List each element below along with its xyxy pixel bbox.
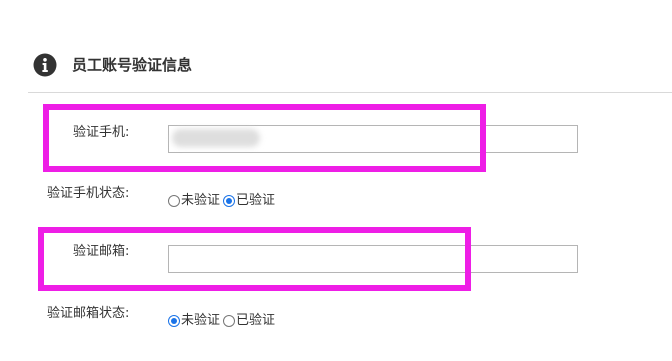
- phone-status-radio-group: 未验证 已验证: [168, 193, 278, 209]
- phone-status-verified-label: 已验证: [236, 193, 276, 208]
- email-status-verified-radio[interactable]: 已验证: [223, 313, 275, 329]
- email-status-verified-label: 已验证: [236, 313, 276, 328]
- phone-status-unverified-radio[interactable]: 未验证: [168, 193, 220, 209]
- radio-checked-icon[interactable]: [223, 195, 236, 207]
- phone-highlight-box: [43, 104, 486, 172]
- radio-unchecked-icon[interactable]: [168, 195, 180, 207]
- section-header: 员工账号验证信息: [0, 0, 672, 93]
- phone-status-verified-radio[interactable]: 已验证: [223, 193, 275, 209]
- email-highlight-box: [38, 227, 471, 291]
- email-status-unverified-label: 未验证: [181, 313, 221, 328]
- verify-phone-status-label: 验证手机状态:: [47, 186, 130, 201]
- email-status-unverified-radio[interactable]: 未验证: [168, 313, 220, 329]
- info-circle-icon: [33, 53, 57, 77]
- phone-status-unverified-label: 未验证: [181, 193, 221, 208]
- verify-email-status-label: 验证邮箱状态:: [47, 306, 130, 321]
- radio-unchecked-icon[interactable]: [223, 315, 236, 327]
- employee-verification-page: 员工账号验证信息 验证手机: 验证手机状态: 未验证 已验证 验证邮箱: 验证邮…: [0, 0, 672, 361]
- section-divider: [28, 92, 672, 93]
- radio-checked-icon[interactable]: [168, 315, 180, 327]
- section-title: 员工账号验证信息: [72, 56, 193, 74]
- email-status-radio-group: 未验证 已验证: [168, 313, 278, 329]
